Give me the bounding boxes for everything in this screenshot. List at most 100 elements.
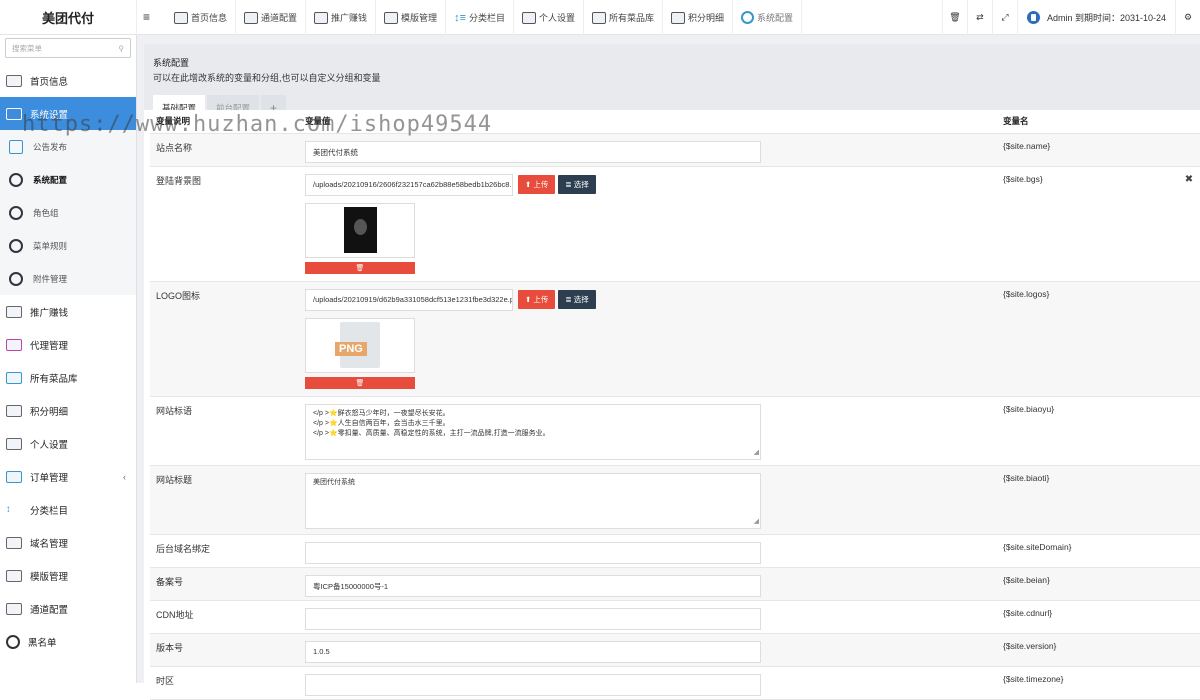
delete-image-button[interactable]: 🗑 xyxy=(305,376,415,389)
resize-grip-icon[interactable]: ◢ xyxy=(754,517,759,527)
page-description: 可以在此增改系统的变量和分组,也可以自定义分组和变量 xyxy=(153,73,381,83)
sidebar-item-announce[interactable]: 公告发布 xyxy=(0,130,136,163)
upload-button[interactable]: ⬆ 上传 xyxy=(518,175,556,194)
table-row: 备案号 粤ICP备15000000号-1 {$site.beian} xyxy=(150,567,1200,601)
share-icon xyxy=(6,305,22,318)
sidebar-item-personal[interactable]: 个人设置 xyxy=(0,427,136,460)
bg-image-input[interactable]: /uploads/20210916/2606f232157ca62b88e58b… xyxy=(305,173,513,196)
translate-icon[interactable]: ⇄ xyxy=(966,0,992,35)
dish-icon xyxy=(592,11,607,24)
tab-points[interactable]: 积分明细 xyxy=(663,0,734,35)
top-nav-tabs: 首页信息 通道配置 推广赚钱 模版管理 ↕≡ 分类栏目 个人设置 所有菜品库 积分… xyxy=(166,0,803,35)
sidebar-item-system[interactable]: 系统设置 xyxy=(0,97,136,130)
tab-system-config[interactable]: 系统配置 xyxy=(733,0,803,35)
sidebar-item-categories[interactable]: ↕ 分类栏目 xyxy=(0,493,136,526)
mask-image xyxy=(343,207,377,253)
domain-bind-input[interactable] xyxy=(305,541,761,564)
window-icon xyxy=(6,107,22,120)
template-icon xyxy=(6,569,22,582)
sort-icon: ↕≡ xyxy=(454,11,466,24)
sidebar-item-points[interactable]: 积分明细 xyxy=(0,394,136,427)
sidebar-item-blacklist[interactable]: 黑名单 xyxy=(0,625,136,658)
sidebar-item-dishes[interactable]: 所有菜品库 xyxy=(0,361,136,394)
page-title: 系统配置 xyxy=(153,58,190,68)
monitor-icon xyxy=(174,11,188,24)
tab-home[interactable]: 首页信息 xyxy=(166,0,237,35)
choose-button[interactable]: ≣ 选择 xyxy=(558,290,596,309)
main-area: 系统配置 可以在此增改系统的变量和分组,也可以自定义分组和变量 基础配置 前台配… xyxy=(137,35,1200,700)
sidebar-item-system-config[interactable]: 系统配置 xyxy=(0,163,136,196)
config-content: 变量说明 变量值 变量名 站点名称 美团代付系统 {$site.name} 登陆… xyxy=(144,110,1200,700)
tab-promote[interactable]: 推广赚钱 xyxy=(306,0,377,35)
sidebar: 搜索菜单 ⚲ 首页信息 系统设置 公告发布 系统配置 角色组 菜单规则 附件管理 … xyxy=(0,35,137,683)
sidebar-item-roles[interactable]: 角色组 xyxy=(0,196,136,229)
timezone-input[interactable] xyxy=(305,673,761,696)
beian-input[interactable]: 粤ICP备15000000号-1 xyxy=(305,574,761,597)
sidebar-item-promote[interactable]: 推广赚钱 xyxy=(0,295,136,328)
circle-icon xyxy=(9,238,23,253)
table-row: 网站标语 </p >⭐鲜衣怒马少年时，一夜望尽长安花。 </p >⭐人生自信两百… xyxy=(150,396,1200,466)
sidebar-item-templates[interactable]: 模版管理 xyxy=(0,559,136,592)
version-input[interactable]: 1.0.5 xyxy=(305,640,761,663)
config-table: 变量说明 变量值 变量名 站点名称 美团代付系统 {$site.name} 登陆… xyxy=(150,110,1200,700)
sidebar-item-menu-rules[interactable]: 菜单规则 xyxy=(0,229,136,262)
trash-icon: 🗑 xyxy=(355,379,365,387)
table-header-row: 变量说明 变量值 变量名 xyxy=(150,110,1200,134)
tab-categories[interactable]: ↕≡ 分类栏目 xyxy=(446,0,514,35)
tab-dishes[interactable]: 所有菜品库 xyxy=(584,0,664,35)
top-right-tools: 🗑 ⇄ ⤢ Admin 到期时间：2031-10-24 ⚙ xyxy=(941,0,1200,35)
logo-input[interactable]: /uploads/20210919/d62b9a331058dcf513e123… xyxy=(305,288,513,311)
panel-header: 系统配置 可以在此增改系统的变量和分组,也可以自定义分组和变量 基础配置 前台配… xyxy=(144,44,1200,120)
points-icon xyxy=(671,11,686,24)
search-icon: ⚲ xyxy=(118,43,125,53)
header-varname: 变量名 xyxy=(1003,110,1178,134)
grid-icon xyxy=(6,602,22,615)
table-row: 版本号 1.0.5 {$site.version} xyxy=(150,633,1200,667)
dish-icon xyxy=(6,371,22,384)
tab-channel-config[interactable]: 通道配置 xyxy=(236,0,307,35)
table-row: 后台域名绑定 {$site.siteDomain} xyxy=(150,534,1200,568)
delete-image-button[interactable]: 🗑 xyxy=(305,261,415,274)
share-icon xyxy=(314,11,329,24)
choose-button[interactable]: ≣ 选择 xyxy=(558,175,596,194)
upload-button[interactable]: ⬆ 上传 xyxy=(518,290,556,309)
table-row: 网站标题 美团代付系统 ◢ {$site.biaoti} xyxy=(150,465,1200,535)
cart-icon xyxy=(6,338,22,351)
sidebar-item-domains[interactable]: 域名管理 xyxy=(0,526,136,559)
upload-icon: ⬆ xyxy=(525,180,534,189)
top-bar: 美团代付 ≡ 首页信息 通道配置 推广赚钱 模版管理 ↕≡ 分类栏目 个人设置 所… xyxy=(0,0,1200,35)
user-menu[interactable]: Admin 到期时间：2031-10-24 xyxy=(1016,0,1175,35)
circle-icon xyxy=(9,271,23,286)
gear-icon[interactable]: ⚙ xyxy=(1175,0,1200,35)
sidebar-item-orders[interactable]: 订单管理 ‹ xyxy=(0,460,136,493)
circle-icon xyxy=(6,634,20,649)
remove-row-icon[interactable]: ✖ xyxy=(1185,174,1193,185)
sidebar-submenu: 公告发布 系统配置 角色组 菜单规则 附件管理 xyxy=(0,130,136,295)
sidebar-item-home[interactable]: 首页信息 xyxy=(0,64,136,97)
table-row: LOGO图标 /uploads/20210919/d62b9a331058dcf… xyxy=(150,281,1200,397)
menu-toggle-icon[interactable]: ≡ xyxy=(143,10,150,24)
domain-icon xyxy=(6,536,22,549)
resize-grip-icon[interactable]: ◢ xyxy=(754,448,759,458)
points-icon xyxy=(6,404,22,417)
tab-personal[interactable]: 个人设置 xyxy=(514,0,585,35)
circle-icon xyxy=(9,172,23,187)
sort-icon: ↕ xyxy=(6,503,11,515)
site-name-input[interactable]: 美团代付系统 xyxy=(305,140,761,163)
header-description: 变量说明 xyxy=(150,110,305,134)
logo-preview: PNG xyxy=(305,317,415,373)
sidebar-item-channels[interactable]: 通道配置 xyxy=(0,592,136,625)
template-icon xyxy=(384,11,399,24)
circle-icon xyxy=(9,205,23,220)
circle-icon xyxy=(741,11,755,24)
sidebar-item-agents[interactable]: 代理管理 xyxy=(0,328,136,361)
slogan-textarea[interactable]: </p >⭐鲜衣怒马少年时，一夜望尽长安花。 </p >⭐人生自信两百年，会当击… xyxy=(305,403,761,460)
search-input[interactable]: 搜索菜单 ⚲ xyxy=(5,38,131,58)
cdn-input[interactable] xyxy=(305,607,761,630)
fullscreen-icon[interactable]: ⤢ xyxy=(991,0,1017,35)
site-title-textarea[interactable]: 美团代付系统 ◢ xyxy=(305,472,761,529)
sidebar-item-attachments[interactable]: 附件管理 xyxy=(0,262,136,295)
trash-icon[interactable]: 🗑 xyxy=(941,0,967,35)
png-file-icon: PNG xyxy=(335,322,380,368)
tab-templates[interactable]: 模版管理 xyxy=(376,0,447,35)
